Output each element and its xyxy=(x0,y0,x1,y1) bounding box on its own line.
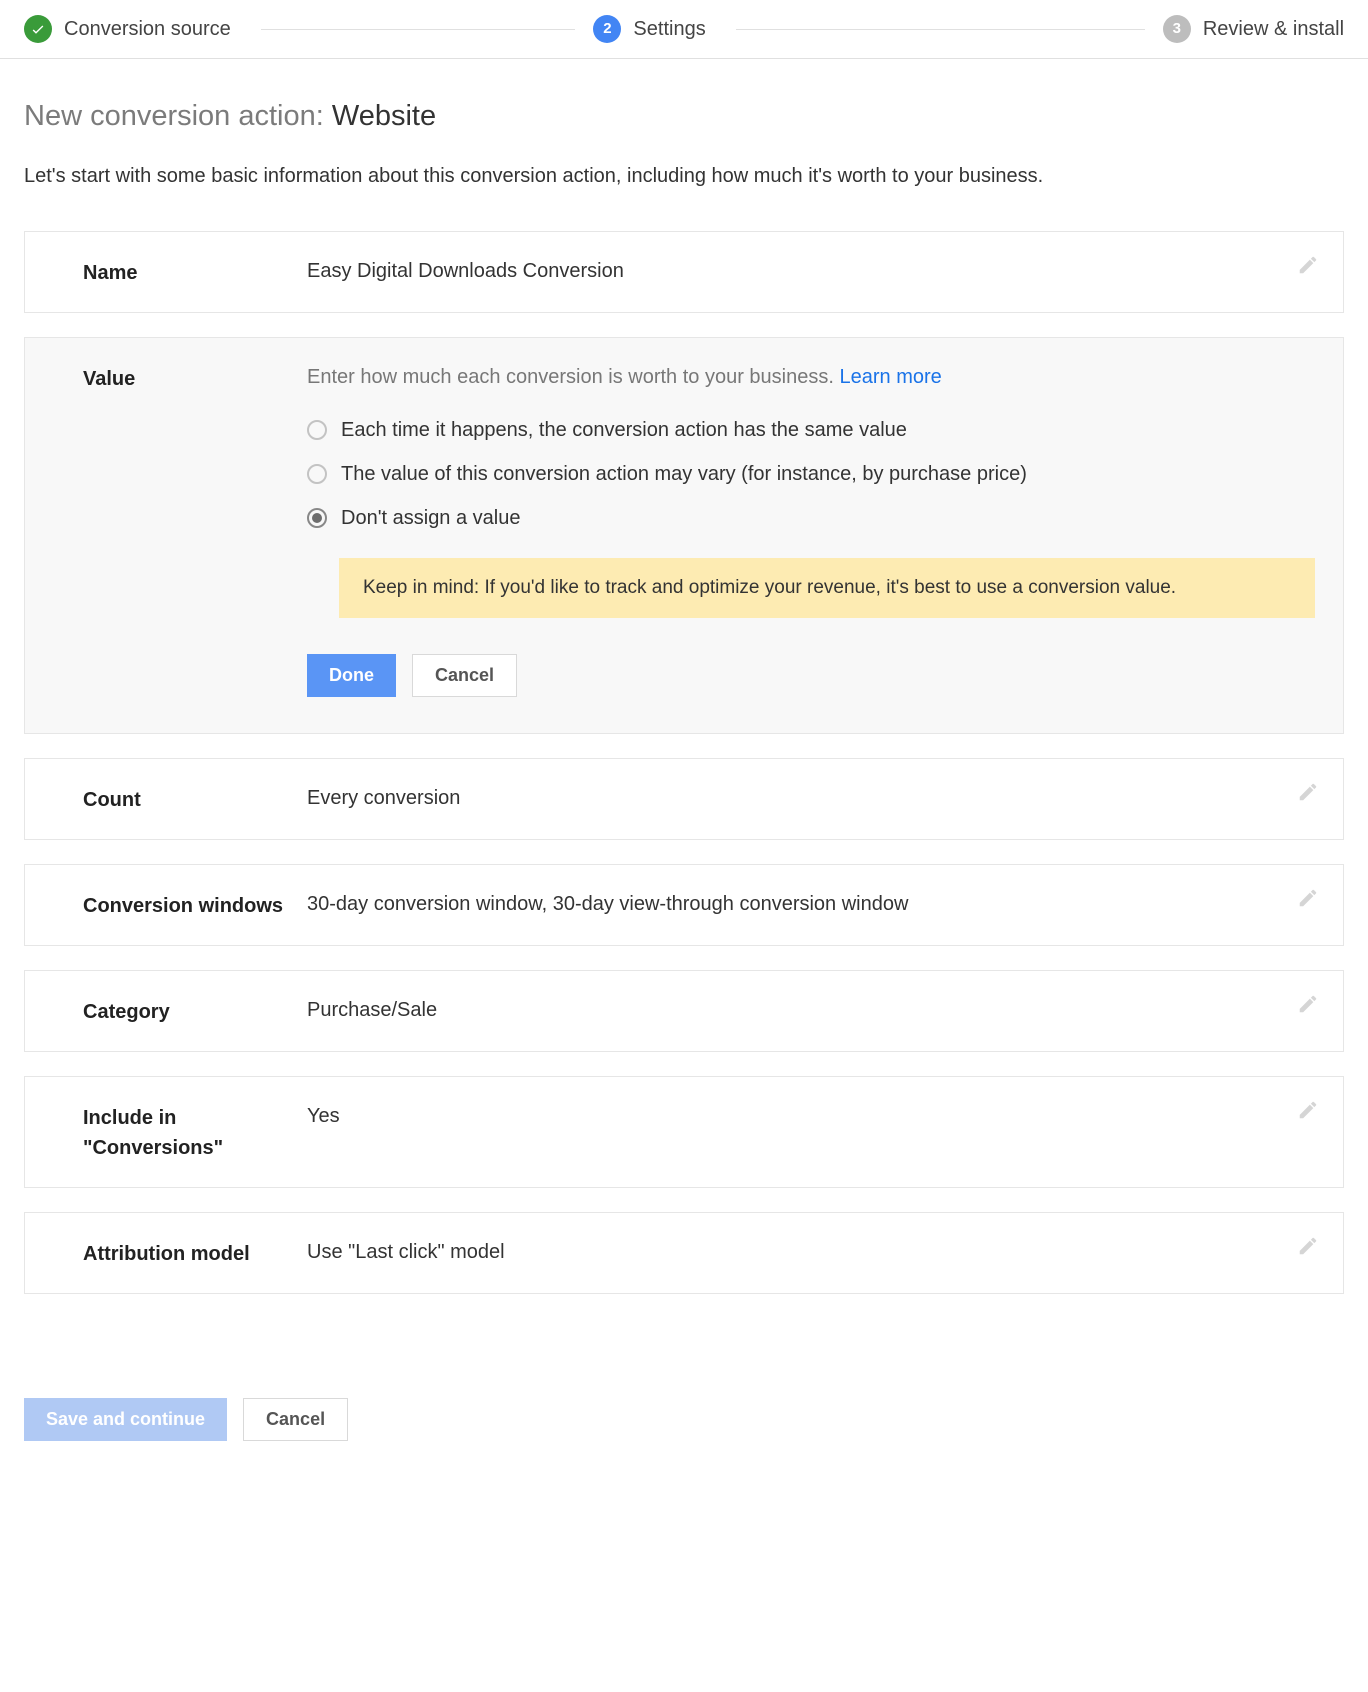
page-title: New conversion action: Website xyxy=(24,95,1344,139)
radio-icon xyxy=(307,508,327,528)
cancel-button[interactable]: Cancel xyxy=(412,654,517,697)
save-continue-button[interactable]: Save and continue xyxy=(24,1398,227,1441)
footer-actions: Save and continue Cancel xyxy=(0,1358,1368,1465)
page-subtitle: Let's start with some basic information … xyxy=(24,161,1344,191)
cancel-button[interactable]: Cancel xyxy=(243,1398,348,1441)
step-label: Review & install xyxy=(1203,14,1344,44)
progress-stepper: Conversion source 2 Settings 3 Review & … xyxy=(0,0,1368,59)
value-option-varies[interactable]: The value of this conversion action may … xyxy=(307,452,1315,496)
done-button[interactable]: Done xyxy=(307,654,396,697)
radio-icon xyxy=(307,420,327,440)
section-label: Value xyxy=(83,362,307,394)
radio-label: Each time it happens, the conversion act… xyxy=(341,415,907,445)
value-option-none[interactable]: Don't assign a value xyxy=(307,496,1315,540)
section-label: Count xyxy=(83,783,307,815)
section-count[interactable]: Count Every conversion xyxy=(24,758,1344,840)
section-label: Conversion windows xyxy=(83,889,307,921)
pencil-icon[interactable] xyxy=(1297,1235,1319,1257)
pencil-icon[interactable] xyxy=(1297,1099,1319,1121)
pencil-icon[interactable] xyxy=(1297,254,1319,276)
step-number-icon: 3 xyxy=(1163,15,1191,43)
learn-more-link[interactable]: Learn more xyxy=(839,366,941,388)
pencil-icon[interactable] xyxy=(1297,887,1319,909)
section-category[interactable]: Category Purchase/Sale xyxy=(24,970,1344,1052)
section-value: Use "Last click" model xyxy=(307,1237,1315,1267)
value-option-same[interactable]: Each time it happens, the conversion act… xyxy=(307,408,1315,452)
section-value: Every conversion xyxy=(307,783,1315,813)
title-value: Website xyxy=(332,100,436,132)
section-label: Attribution model xyxy=(83,1237,307,1269)
radio-label: Don't assign a value xyxy=(341,503,520,533)
section-value: 30-day conversion window, 30-day view-th… xyxy=(307,889,1315,919)
section-label: Category xyxy=(83,995,307,1027)
value-warning: Keep in mind: If you'd like to track and… xyxy=(339,558,1315,619)
section-include-conversions[interactable]: Include in "Conversions" Yes xyxy=(24,1076,1344,1188)
section-value: Value Enter how much each conversion is … xyxy=(24,337,1344,735)
step-divider xyxy=(736,29,1145,30)
value-help-text: Enter how much each conversion is worth … xyxy=(307,362,1315,392)
section-conversion-windows[interactable]: Conversion windows 30-day conversion win… xyxy=(24,864,1344,946)
section-value: Yes xyxy=(307,1101,1315,1131)
section-label: Include in "Conversions" xyxy=(83,1101,307,1163)
section-value: Easy Digital Downloads Conversion xyxy=(307,256,1315,286)
section-attribution-model[interactable]: Attribution model Use "Last click" model xyxy=(24,1212,1344,1294)
step-label: Conversion source xyxy=(64,14,231,44)
step-number-icon: 2 xyxy=(593,15,621,43)
step-label: Settings xyxy=(633,14,705,44)
step-conversion-source[interactable]: Conversion source xyxy=(24,14,593,44)
radio-label: The value of this conversion action may … xyxy=(341,459,1027,489)
step-settings[interactable]: 2 Settings xyxy=(593,14,1162,44)
section-label: Name xyxy=(83,256,307,288)
pencil-icon[interactable] xyxy=(1297,781,1319,803)
check-icon xyxy=(24,15,52,43)
step-divider xyxy=(261,29,576,30)
radio-icon xyxy=(307,464,327,484)
section-value: Purchase/Sale xyxy=(307,995,1315,1025)
step-review-install[interactable]: 3 Review & install xyxy=(1163,14,1344,44)
section-name[interactable]: Name Easy Digital Downloads Conversion xyxy=(24,231,1344,313)
title-prefix: New conversion action: xyxy=(24,100,332,132)
pencil-icon[interactable] xyxy=(1297,993,1319,1015)
